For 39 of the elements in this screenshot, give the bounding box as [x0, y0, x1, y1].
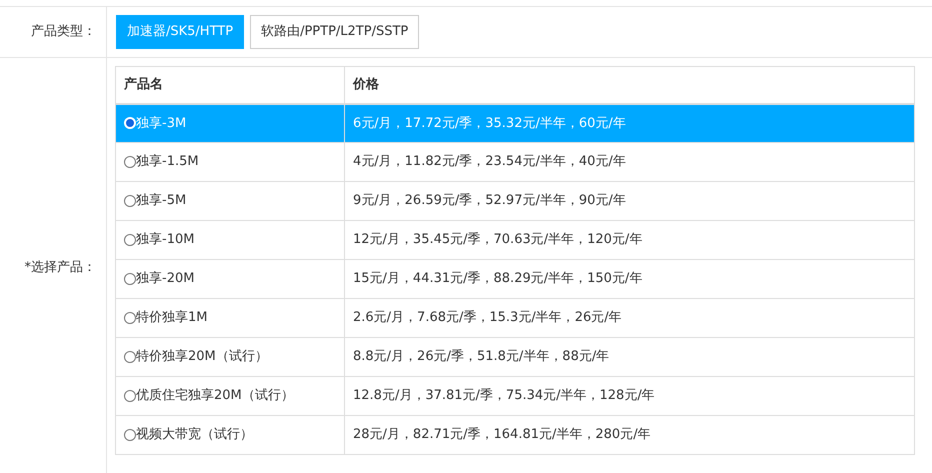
column-header: 价格	[344, 66, 914, 104]
product-row[interactable]: 视频大带宽（试行） 28元/月，82.71元/季，164.81元/半年，280元/年	[116, 416, 914, 454]
product-name: 特价独享20M（试行）	[136, 348, 268, 366]
product-row[interactable]: 独享-1.5M 4元/月，11.82元/季，23.54元/半年，40元/年	[116, 142, 914, 182]
field-label: 产品类型：	[31, 23, 96, 42]
price-text: 6元/月，17.72元/季，35.32元/半年，60元/年	[353, 116, 626, 130]
price-text: 28元/月，82.71元/季，164.81元/半年，280元/年	[353, 427, 651, 442]
radio-button[interactable]	[124, 390, 136, 402]
product-name: 独享-20M	[136, 270, 194, 288]
radio-button[interactable]	[124, 273, 136, 285]
product-name: 优质住宅独享20M（试行）	[136, 387, 294, 406]
price-text: 12.8元/月，37.81元/季，75.34元/半年，128元/年	[353, 388, 655, 404]
product-name: 独享-3M	[136, 114, 186, 132]
radio-button[interactable]	[124, 351, 136, 363]
price-text: 2.6元/月，7.68元/季，15.3元/半年，26元/年	[353, 310, 622, 326]
radio-button[interactable]	[124, 156, 136, 168]
product-name: 独享-10M	[136, 231, 194, 250]
price-text: 8.8元/月，26元/季，51.8元/半年，88元/年	[353, 349, 610, 364]
product-row[interactable]: 独享-10M 12元/月，35.45元/季，70.63元/半年，120元/年	[116, 220, 914, 260]
product-name: 特价独享1M	[136, 309, 208, 328]
price-text: 15元/月，44.31元/季，88.29元/半年，150元/年	[353, 271, 642, 286]
product-row[interactable]: 特价独享1M 2.6元/月，7.68元/季，15.3元/半年，26元/年	[116, 298, 914, 338]
price-text: 12元/月，35.45元/季，70.63元/半年，120元/年	[353, 232, 642, 248]
price-text: 4元/月，11.82元/季，23.54元/半年，40元/年	[353, 154, 626, 170]
type-option-button[interactable]: 软路由/PPTP/L2TP/SSTP	[250, 15, 420, 49]
radio-button[interactable]	[124, 234, 136, 246]
product-name: 视频大带宽（试行）	[136, 426, 253, 444]
product-row[interactable]: 独享-20M 15元/月，44.31元/季，88.29元/半年，150元/年	[116, 260, 914, 298]
product-name: 独享-5M	[136, 192, 186, 210]
product-row[interactable]: 优质住宅独享20M（试行） 12.8元/月，37.81元/季，75.34元/半年，128元/年	[116, 376, 914, 416]
product-row[interactable]: 特价独享20M（试行） 8.8元/月，26元/季，51.8元/半年，88元/年	[116, 338, 914, 376]
column-header: 产品名	[116, 66, 344, 104]
price-text: 9元/月，26.59元/季，52.97元/半年，90元/年	[353, 193, 626, 208]
product-name: 独享-1.5M	[136, 153, 199, 172]
product-row[interactable]: 独享-5M 9元/月，26.59元/季，52.97元/半年，90元/年	[116, 182, 914, 220]
radio-button[interactable]	[124, 429, 136, 441]
radio-button[interactable]	[124, 195, 136, 207]
field-label: *选择产品：	[24, 259, 96, 278]
radio-button[interactable]	[124, 312, 136, 324]
